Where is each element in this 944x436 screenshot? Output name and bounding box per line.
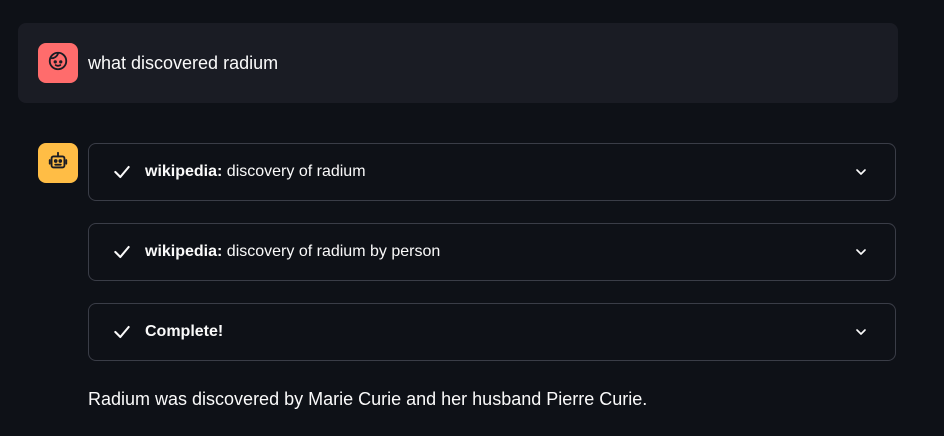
chevron-down-icon[interactable] — [851, 242, 871, 262]
step-expander[interactable]: wikipedia: discovery of radium — [88, 143, 896, 201]
step-source: wikipedia: — [145, 243, 223, 260]
robot-icon — [47, 150, 69, 177]
step-label: wikipedia: discovery of radium — [145, 163, 366, 181]
chevron-down-icon[interactable] — [851, 322, 871, 342]
step-expander[interactable]: Complete! — [88, 303, 896, 361]
check-icon — [111, 321, 133, 343]
step-query: discovery of radium by person — [222, 243, 441, 260]
user-message-text: what discovered radium — [88, 53, 279, 73]
step-expander[interactable]: wikipedia: discovery of radium by person — [88, 223, 896, 281]
assistant-answer: Radium was discovered by Marie Curie and… — [88, 389, 648, 409]
user-avatar — [38, 43, 78, 83]
check-icon — [111, 161, 133, 183]
step-label: Complete! — [145, 323, 223, 341]
user-face-icon — [47, 50, 69, 77]
step-label: wikipedia: discovery of radium by person — [145, 243, 440, 261]
user-message: what discovered radium — [18, 23, 898, 103]
step-source: wikipedia: — [145, 163, 223, 180]
step-query: discovery of radium — [222, 163, 366, 180]
chevron-down-icon[interactable] — [851, 162, 871, 182]
chat-page: what discovered radium wikipedia: discov… — [0, 0, 944, 436]
check-icon — [111, 241, 133, 263]
step-source: Complete! — [145, 323, 224, 340]
assistant-avatar — [38, 143, 78, 183]
